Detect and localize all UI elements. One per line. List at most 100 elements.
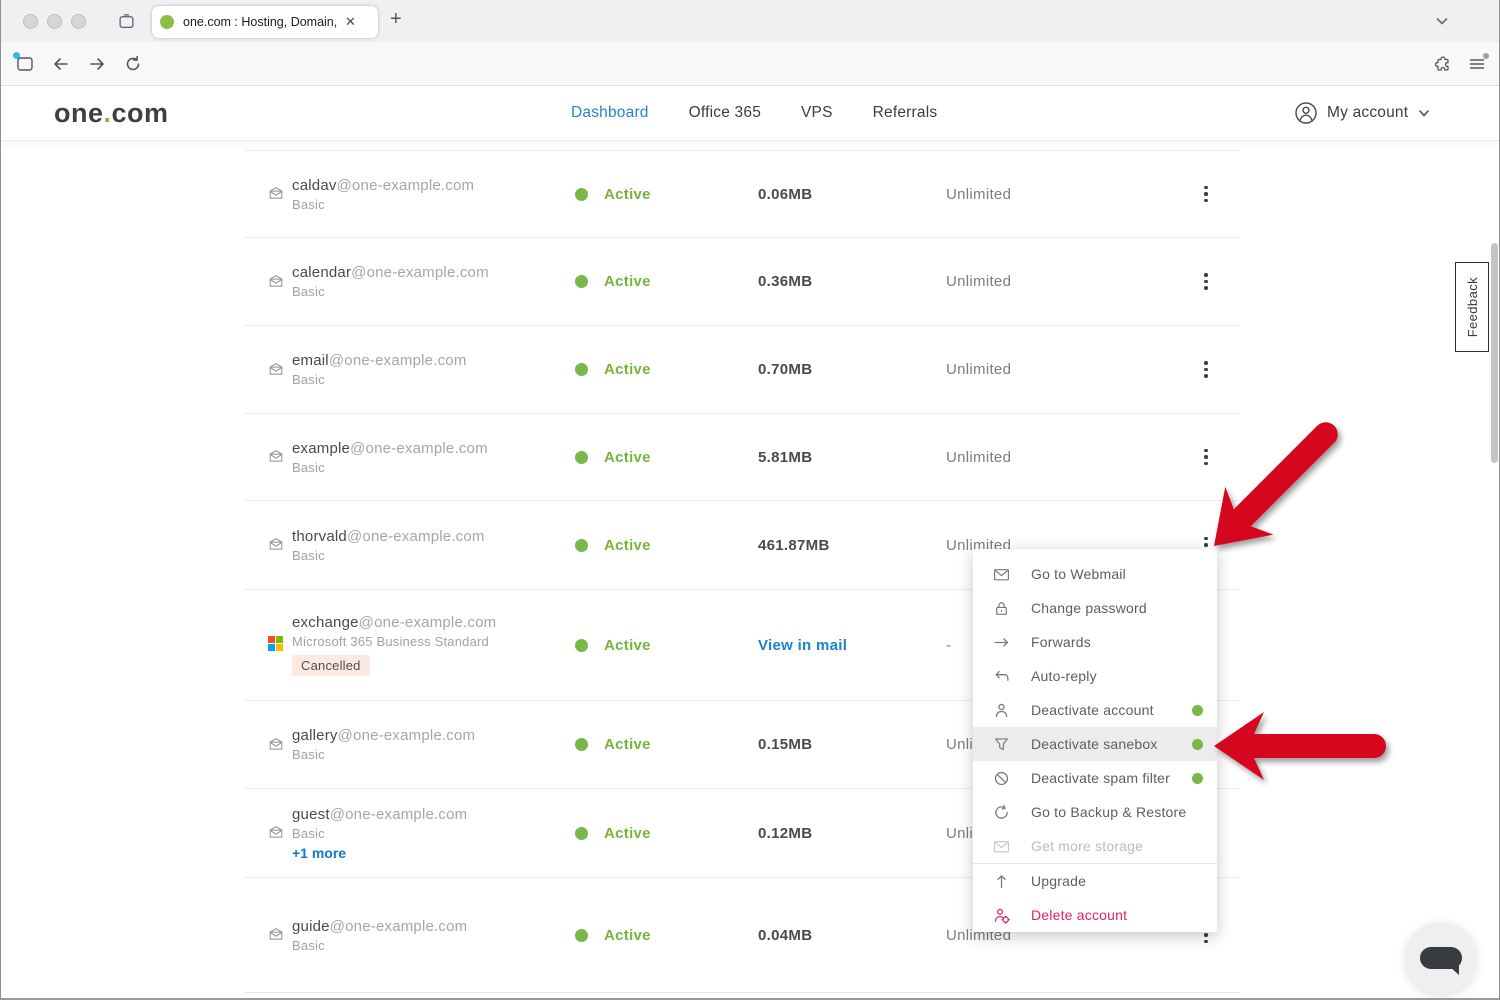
account-user: guest (292, 806, 330, 823)
extensions-icon[interactable] (1434, 55, 1452, 73)
quota-cell: - (946, 637, 951, 654)
account-domain: @one-example.com (350, 440, 488, 457)
browser-tab[interactable]: one.com : Hosting, Domain, Ema ✕ (152, 6, 378, 38)
reload-button[interactable] (124, 55, 142, 73)
menu-item-deactivate-sanebox[interactable]: Deactivate sanebox (973, 727, 1217, 761)
enabled-status-dot (1192, 705, 1203, 716)
menu-item-change-password[interactable]: Change password (973, 591, 1217, 625)
more-link[interactable]: +1 more (292, 845, 467, 861)
size-cell: 0.04MB (758, 927, 812, 944)
status-dot (575, 738, 588, 751)
menu-item-go-to-webmail[interactable]: Go to Webmail (973, 557, 1217, 591)
status-dot (575, 451, 588, 464)
size-value: 0.70MB (758, 361, 812, 378)
mailbox-icon (268, 824, 286, 842)
tab-list-chevron-icon[interactable] (1434, 13, 1450, 29)
site-favicon (160, 15, 174, 29)
scrollbar-thumb[interactable] (1491, 243, 1498, 463)
tab-close-icon[interactable]: ✕ (345, 14, 356, 30)
status-cell: Active (575, 825, 651, 842)
mailbox-icon (268, 536, 286, 554)
size-cell: 0.70MB (758, 361, 812, 378)
logo-com: com (112, 98, 169, 128)
menu-item-deactivate-account[interactable]: Deactivate account (973, 693, 1217, 727)
nav-referrals[interactable]: Referrals (873, 104, 938, 122)
account-domain: @one-example.com (329, 352, 467, 369)
nav-office-365[interactable]: Office 365 (689, 104, 761, 122)
menu-item-auto-reply[interactable]: Auto-reply (973, 659, 1217, 693)
status-cell: Active (575, 637, 651, 654)
menu-item-delete-account[interactable]: Delete account (973, 898, 1217, 932)
account-user: email (292, 352, 329, 369)
account-user: caldav (292, 177, 337, 194)
quota-cell: Unlimited (946, 273, 1011, 290)
size-value: 0.36MB (758, 273, 812, 290)
status-dot (575, 363, 588, 376)
account-name-cell: email@one-example.com Basic (292, 352, 467, 387)
menu-item-label: Deactivate account (1031, 702, 1154, 718)
person-icon (993, 702, 1010, 719)
traffic-light-close-button[interactable] (23, 14, 38, 29)
size-cell: 0.15MB (758, 736, 812, 753)
site-header: one.com Dashboard Office 365 VPS Referra… (1, 86, 1499, 140)
status-label: Active (604, 637, 651, 654)
mailbox-icon (268, 361, 286, 379)
one-com-logo[interactable]: one.com (54, 98, 169, 129)
menu-item-label: Go to Backup & Restore (1031, 804, 1186, 820)
row-kebab-menu-icon[interactable] (1196, 446, 1216, 468)
account-name-cell: thorvald@one-example.com Basic (292, 528, 485, 563)
size-value: 461.87MB (758, 537, 830, 554)
status-cell: Active (575, 927, 651, 944)
status-label: Active (604, 449, 651, 466)
status-dot (575, 639, 588, 652)
account-name-cell: exchange@one-example.com Microsoft 365 B… (292, 614, 496, 676)
account-plan: Basic (292, 938, 467, 953)
status-label: Active (604, 361, 651, 378)
forward-button[interactable] (88, 55, 106, 73)
quota-cell: Unlimited (946, 449, 1011, 466)
menu-item-forwards[interactable]: Forwards (973, 625, 1217, 659)
mailbox-icon (268, 273, 286, 291)
traffic-light-zoom-button[interactable] (71, 14, 86, 29)
nav-vps[interactable]: VPS (801, 104, 833, 122)
main-nav: Dashboard Office 365 VPS Referrals (571, 86, 937, 140)
mailbox-icon (268, 448, 286, 466)
tab-title: one.com : Hosting, Domain, Ema (183, 15, 341, 29)
menu-item-label: Forwards (1031, 634, 1091, 650)
status-cell: Active (575, 537, 651, 554)
menu-item-label: Upgrade (1031, 873, 1086, 889)
new-tab-button[interactable]: + (390, 8, 402, 31)
account-chevron-down-icon (1417, 106, 1431, 120)
menu-item-deactivate-spam-filter[interactable]: Deactivate spam filter (973, 761, 1217, 795)
account-plan: Basic (292, 826, 467, 841)
update-dot (1483, 53, 1489, 59)
traffic-light-minimize-button[interactable] (47, 14, 62, 29)
status-label: Active (604, 537, 651, 554)
row-kebab-menu-icon[interactable] (1196, 183, 1216, 205)
status-cell: Active (575, 273, 651, 290)
row-kebab-menu-icon[interactable] (1196, 359, 1216, 381)
size-value: 0.15MB (758, 736, 812, 753)
table-row: email@one-example.com Basic Active 0.70M… (245, 325, 1240, 413)
nav-dashboard[interactable]: Dashboard (571, 104, 649, 122)
view-in-mail-link[interactable]: View in mail (758, 637, 847, 654)
firefox-view-icon[interactable] (16, 55, 34, 73)
menu-item-go-to-backup-restore[interactable]: Go to Backup & Restore (973, 795, 1217, 829)
my-account-menu[interactable]: My account (1294, 86, 1431, 140)
menu-item-upgrade[interactable]: Upgrade (973, 864, 1217, 898)
feedback-label: Feedback (1465, 277, 1480, 337)
menu-item-get-more-storage[interactable]: Get more storage (973, 829, 1217, 863)
arrow-up-icon (993, 873, 1010, 890)
menu-hamburger-icon[interactable] (1468, 55, 1486, 73)
browser-tab-bar: one.com : Hosting, Domain, Ema ✕ + (0, 0, 1500, 42)
row-kebab-menu-icon[interactable] (1196, 271, 1216, 293)
tab-manager-icon[interactable] (118, 13, 135, 30)
account-user: calendar (292, 264, 351, 281)
status-label: Active (604, 927, 651, 944)
feedback-tab[interactable]: Feedback (1455, 262, 1489, 352)
chat-widget-button[interactable] (1405, 922, 1477, 994)
account-name-cell: caldav@one-example.com Basic (292, 177, 474, 212)
back-button[interactable] (52, 55, 70, 73)
menu-item-label: Deactivate sanebox (1031, 736, 1158, 752)
account-domain: @one-example.com (338, 727, 476, 744)
